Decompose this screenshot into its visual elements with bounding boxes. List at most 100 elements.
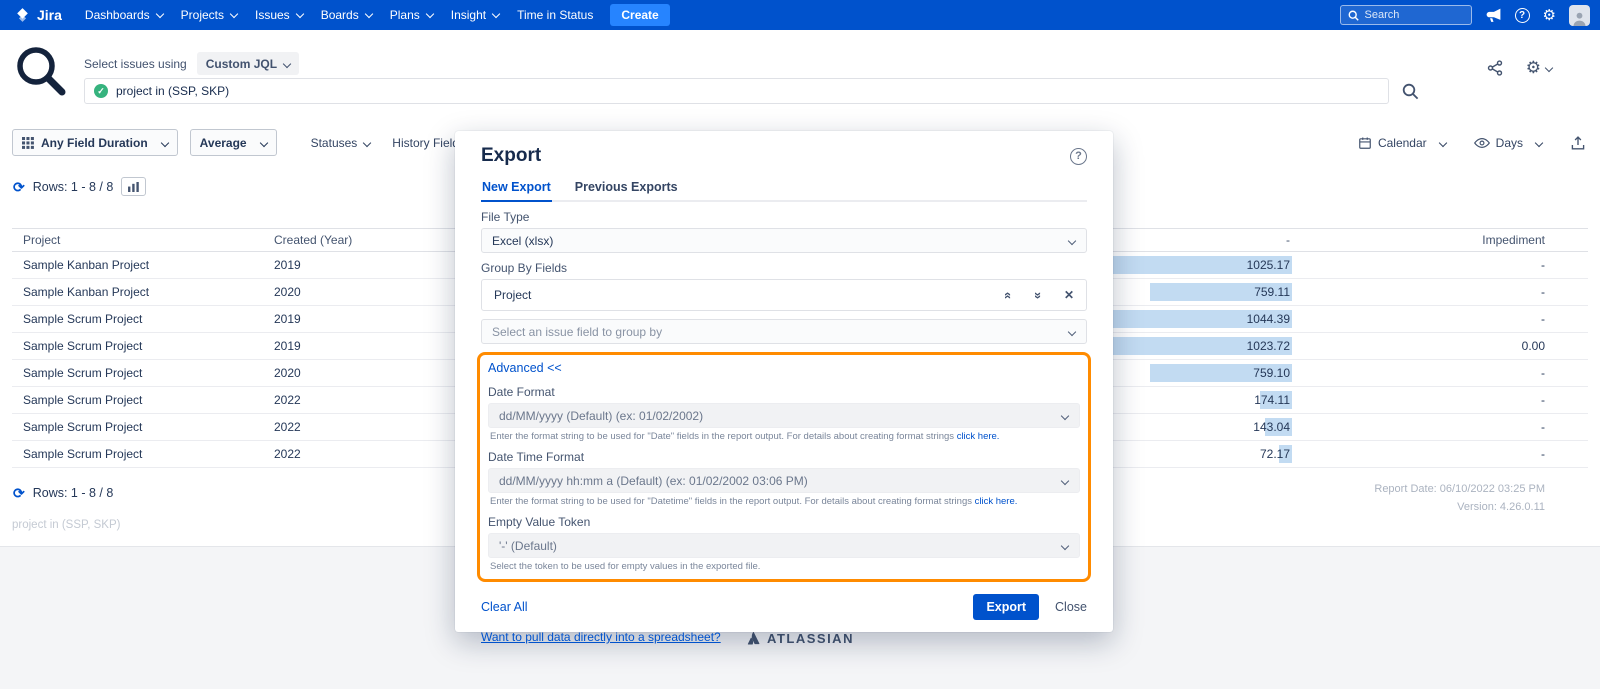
nav-item-dashboards[interactable]: Dashboards <box>76 8 172 22</box>
tab-new-export[interactable]: New Export <box>481 175 552 202</box>
move-top-icon[interactable]: « <box>1003 291 1016 298</box>
grid-icon <box>22 137 34 149</box>
valid-check-icon: ✓ <box>94 84 108 98</box>
chart-view-button[interactable] <box>121 177 146 196</box>
chevron-down-icon <box>1535 138 1543 146</box>
eye-icon <box>1474 137 1490 149</box>
date-format-select[interactable]: dd/MM/yyyy (Default) (ex: 01/02/2002) <box>488 403 1080 428</box>
nav-item-boards[interactable]: Boards <box>312 8 381 22</box>
global-search-input[interactable]: Search <box>1340 5 1472 25</box>
cell-value: 759.11 <box>1082 279 1292 305</box>
cell-impediment: - <box>1292 366 1588 380</box>
time-in-status-logo <box>13 44 69 105</box>
cell-created-year: 2022 <box>274 447 474 461</box>
nav-item-plans[interactable]: Plans <box>381 8 442 22</box>
close-button[interactable]: Close <box>1055 600 1087 614</box>
nav-item-insight[interactable]: Insight <box>442 8 508 22</box>
date-format-value: dd/MM/yyyy (Default) (ex: 01/02/2002) <box>499 409 703 423</box>
refresh-icon[interactable]: ⟳ <box>13 180 25 194</box>
rows-summary-bottom: ⟳ Rows: 1 - 8 / 8 <box>13 486 113 500</box>
cell-value: 143.04 <box>1082 414 1292 440</box>
cell-project: Sample Scrum Project <box>12 312 274 326</box>
cell-impediment: - <box>1292 312 1588 326</box>
chevron-down-icon <box>1061 477 1069 485</box>
spreadsheet-link[interactable]: Want to pull data directly into a spread… <box>481 630 721 644</box>
chevron-down-icon <box>1061 542 1069 550</box>
field-duration-dropdown[interactable]: Any Field Duration <box>12 129 178 156</box>
remove-icon[interactable]: ✕ <box>1064 288 1074 302</box>
jql-input[interactable]: ✓ project in (SSP, SKP) <box>84 78 1389 104</box>
clear-all-link[interactable]: Clear All <box>481 600 528 614</box>
cell-created-year: 2022 <box>274 393 474 407</box>
cell-project: Sample Scrum Project <box>12 393 274 407</box>
run-search-icon[interactable] <box>1402 83 1419 100</box>
cell-value: 1023.72 <box>1082 333 1292 359</box>
chevron-down-icon <box>492 10 500 18</box>
file-type-label: File Type <box>481 210 1087 224</box>
click-here-link[interactable]: click here. <box>957 431 1000 442</box>
statuses-label: Statuses <box>311 136 358 150</box>
cell-created-year: 2020 <box>274 366 474 380</box>
nav-item-projects[interactable]: Projects <box>172 8 246 22</box>
jql-query-text: project in (SSP, SKP) <box>116 84 229 98</box>
avatar[interactable] <box>1569 5 1590 26</box>
date-time-format-select[interactable]: dd/MM/yyyy hh:mm a (Default) (ex: 01/02/… <box>488 468 1080 493</box>
chevron-down-icon <box>155 10 163 18</box>
export-button[interactable]: Export <box>973 594 1039 620</box>
chevron-down-icon <box>364 10 372 18</box>
topnav-menu: DashboardsProjectsIssuesBoardsPlansInsig… <box>76 8 602 22</box>
file-type-value: Excel (xlsx) <box>492 234 553 248</box>
cell-created-year: 2020 <box>274 285 474 299</box>
statuses-dropdown[interactable]: Statuses <box>311 136 371 150</box>
file-type-select[interactable]: Excel (xlsx) <box>481 228 1087 253</box>
report-version: Version: 4.26.0.11 <box>1374 498 1545 516</box>
report-meta: Report Date: 06/10/2022 03:25 PM Version… <box>1374 480 1545 516</box>
cell-project: Sample Scrum Project <box>12 420 274 434</box>
settings-gear-icon[interactable]: ⚙ <box>1526 58 1552 78</box>
empty-value-help: Select the token to be used for empty va… <box>490 561 1078 572</box>
dialog-tabs: New Export Previous Exports <box>481 175 1087 202</box>
click-here-link[interactable]: click here. <box>975 496 1018 507</box>
rows-count-label: Rows: 1 - 8 / 8 <box>33 180 114 194</box>
empty-value-select[interactable]: '-' (Default) <box>488 533 1080 558</box>
nav-item-time-in-status[interactable]: Time in Status <box>508 8 602 22</box>
date-time-format-label: Date Time Format <box>488 450 1080 464</box>
group-by-list: Project « » ✕ <box>481 279 1087 311</box>
nav-item-issues[interactable]: Issues <box>246 8 312 22</box>
cell-project: Sample Scrum Project <box>12 366 274 380</box>
group-by-select[interactable]: Select an issue field to group by <box>481 319 1087 344</box>
dialog-help-icon[interactable]: ? <box>1070 148 1087 165</box>
toolbar-right: Calendar Days <box>1358 135 1586 151</box>
unit-dropdown[interactable]: Days <box>1474 136 1542 150</box>
chevron-down-icon <box>1438 138 1446 146</box>
report-date: Report Date: 06/10/2022 03:25 PM <box>1374 480 1545 498</box>
jira-brand[interactable]: Jira <box>14 7 62 24</box>
search-icon <box>1348 10 1359 21</box>
create-button[interactable]: Create <box>610 4 669 26</box>
refresh-icon[interactable]: ⟳ <box>13 486 25 500</box>
bar-chart-icon <box>128 182 139 192</box>
cell-impediment: - <box>1292 447 1588 461</box>
calendar-dropdown[interactable]: Calendar <box>1358 136 1446 150</box>
gear-icon[interactable]: ⚙ <box>1543 8 1556 23</box>
share-icon[interactable] <box>1486 59 1504 77</box>
advanced-toggle-link[interactable]: Advanced << <box>488 361 562 375</box>
move-bottom-icon[interactable]: » <box>1032 291 1045 298</box>
jql-row: ✓ project in (SSP, SKP) <box>84 78 1419 104</box>
cell-value: 1025.17 <box>1082 252 1292 278</box>
calendar-label: Calendar <box>1378 136 1427 150</box>
date-format-label: Date Format <box>488 385 1080 399</box>
jql-mode-label: Custom JQL <box>206 57 277 71</box>
export-icon[interactable] <box>1570 135 1586 151</box>
megaphone-icon[interactable] <box>1485 8 1502 23</box>
query-header: Select issues using Custom JQL ✓ project… <box>0 30 1600 120</box>
tab-previous-exports[interactable]: Previous Exports <box>574 175 679 200</box>
help-icon[interactable]: ? <box>1515 8 1530 23</box>
chevron-down-icon <box>160 138 168 146</box>
empty-value-label: Empty Value Token <box>488 515 1080 529</box>
jql-mode-dropdown[interactable]: Custom JQL <box>197 52 299 75</box>
export-dialog: Export ? New Export Previous Exports Fil… <box>455 131 1113 632</box>
aggregation-dropdown[interactable]: Average <box>190 129 277 156</box>
cell-value: 72.17 <box>1082 441 1292 467</box>
select-issues-label: Select issues using <box>84 57 187 71</box>
